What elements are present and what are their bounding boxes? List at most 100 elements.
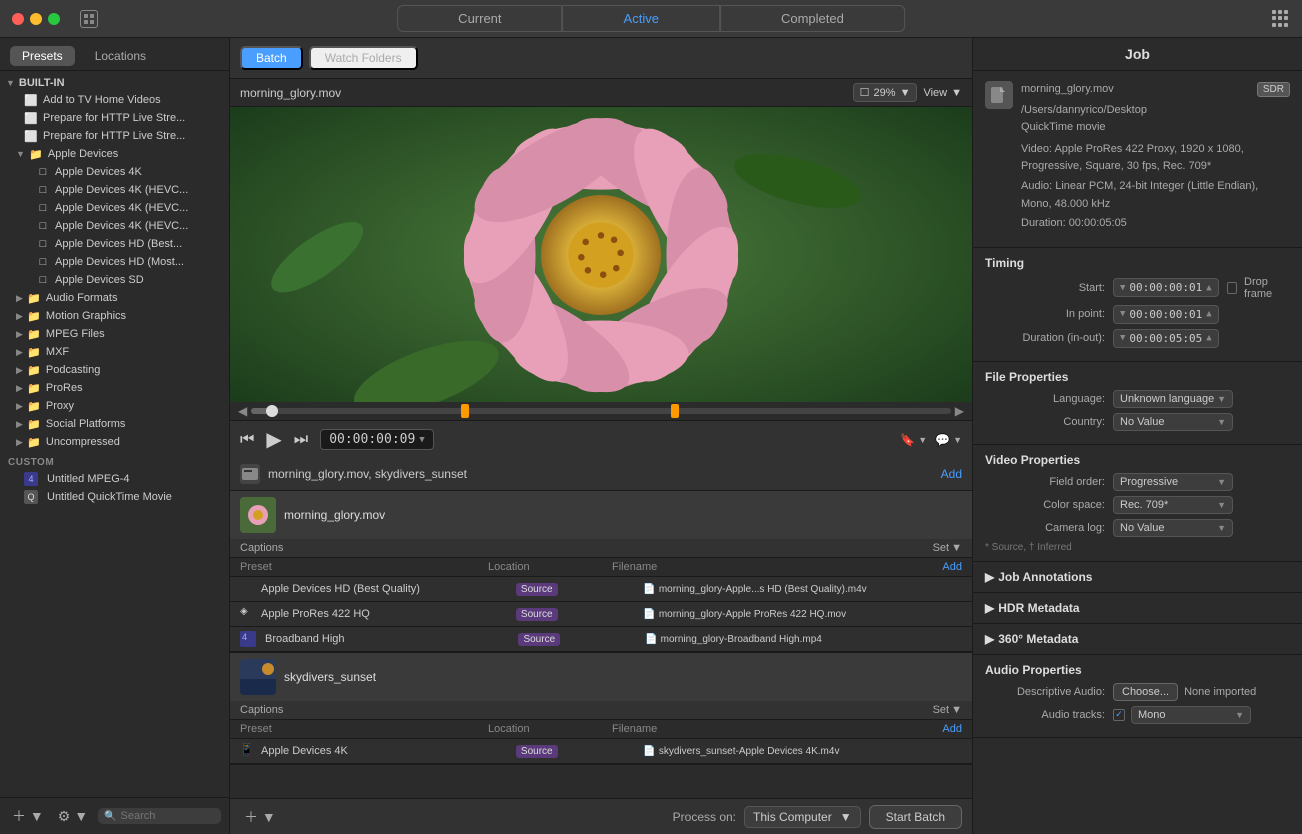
sidebar-item-apple-sd[interactable]: □ Apple Devices SD — [0, 271, 229, 289]
scrubber-thumb[interactable] — [266, 405, 278, 417]
skip-forward-button[interactable]: ⏭ — [294, 431, 308, 449]
country-dropdown[interactable]: No Value ▼ — [1113, 413, 1233, 431]
set-captions-button-2[interactable]: Set ▼ — [933, 704, 962, 716]
close-button[interactable] — [12, 13, 24, 25]
sidebar-item-apple-hevc3[interactable]: □ Apple Devices 4K (HEVC... — [0, 217, 229, 235]
add-batch-item-button[interactable]: ＋ ▼ — [240, 805, 280, 829]
inpoint-up[interactable]: ▲ — [1206, 309, 1211, 319]
sidebar-item-label: Apple Devices SD — [55, 274, 144, 286]
sidebar-item-apple-hd-most[interactable]: □ Apple Devices HD (Most... — [0, 253, 229, 271]
camera-log-dropdown[interactable]: No Value ▼ — [1113, 519, 1233, 537]
job-annotations-toggle[interactable]: ▶ Job Annotations — [985, 570, 1290, 584]
sidebar-item-apple-hevc2[interactable]: □ Apple Devices 4K (HEVC... — [0, 199, 229, 217]
folder-icon: 📁 — [27, 291, 41, 305]
settings-button[interactable]: ⚙ ▼ — [54, 806, 92, 827]
skip-back-button[interactable]: ⏮ — [240, 431, 254, 449]
video-props-title: Video Properties — [985, 453, 1290, 467]
computer-selector[interactable]: This Computer ▼ — [744, 806, 861, 828]
timecode-display[interactable]: 00:00:00:09 ▼ — [320, 429, 434, 450]
audio-tracks-checkbox[interactable]: ✓ — [1113, 709, 1125, 721]
start-time-down[interactable]: ▼ — [1120, 283, 1125, 293]
search-input[interactable] — [121, 810, 216, 822]
duration-value[interactable]: ▼ 00:00:05:05 ▲ — [1113, 329, 1219, 348]
chevron-down-icon: ▼ — [1235, 710, 1244, 720]
view-button[interactable]: View ▼ — [923, 87, 962, 99]
sidebar-tab-locations[interactable]: Locations — [83, 46, 158, 66]
sidebar-item-http2[interactable]: ⬜ Prepare for HTTP Live Stre... — [0, 127, 229, 145]
inpoint-down[interactable]: ▼ — [1120, 309, 1125, 319]
sidebar-item-audio-formats[interactable]: ▶ 📁 Audio Formats — [0, 289, 229, 307]
file-row-skydivers[interactable]: skydivers_sunset — [230, 653, 972, 701]
drop-frame-label: Drop frame — [1244, 276, 1290, 300]
language-dropdown[interactable]: Unknown language ▼ — [1113, 390, 1233, 408]
duration-down[interactable]: ▼ — [1120, 333, 1125, 343]
sidebar-item-label: Apple Devices 4K (HEVC... — [55, 184, 188, 196]
preset-row-1[interactable]: ◈ Apple ProRes 422 HQ Source 📄 morning_g… — [230, 602, 972, 627]
preset-row-skydiver-0[interactable]: 📱 Apple Devices 4K Source 📄 skydivers_su… — [230, 739, 972, 764]
sidebar-item-http1[interactable]: ⬜ Prepare for HTTP Live Stre... — [0, 109, 229, 127]
start-value[interactable]: ▼ 00:00:00:01 ▲ — [1113, 278, 1219, 297]
center-panel: Batch Watch Folders morning_glory.mov ☐ … — [230, 38, 972, 834]
sidebar-item-apple-hevc1[interactable]: □ Apple Devices 4K (HEVC... — [0, 181, 229, 199]
sidebar-item-apple-4k[interactable]: □ Apple Devices 4K — [0, 163, 229, 181]
sidebar-item-mpeg[interactable]: ▶ 📁 MPEG Files — [0, 325, 229, 343]
preset-row-2[interactable]: 4 Broadband High Source 📄 morning_glory-… — [230, 627, 972, 652]
tab-watch-folders[interactable]: Watch Folders — [309, 46, 418, 70]
sidebar-item-label: Proxy — [46, 400, 74, 412]
bookmark-button[interactable]: 🔖 ▼ — [900, 433, 927, 447]
inpoint-value[interactable]: ▼ 00:00:00:01 ▲ — [1113, 305, 1219, 324]
add-preset-button[interactable]: ＋ ▼ — [8, 804, 48, 828]
sidebar-item-apple-hd-best[interactable]: □ Apple Devices HD (Best... — [0, 235, 229, 253]
sidebar-item-label: Apple Devices 4K — [55, 166, 142, 178]
sidebar-item-add-tv[interactable]: ⬜ Add to TV Home Videos — [0, 91, 229, 109]
drop-frame-checkbox[interactable] — [1227, 282, 1237, 294]
sidebar-item-uncompressed[interactable]: ▶ 📁 Uncompressed — [0, 433, 229, 451]
sidebar-tab-presets[interactable]: Presets — [10, 46, 75, 66]
grid-view-icon[interactable] — [1270, 9, 1290, 29]
file-icon: 📄 — [643, 584, 655, 595]
tab-active[interactable]: Active — [563, 5, 720, 32]
caption-button[interactable]: 💬 ▼ — [935, 433, 962, 447]
sidebar-item-untitled-mpeg[interactable]: 4 Untitled MPEG-4 — [0, 470, 229, 488]
job-file-type: QuickTime movie — [1021, 119, 1290, 137]
file-icon: 📄 — [645, 634, 657, 645]
sidebar-item-social[interactable]: ▶ 📁 Social Platforms — [0, 415, 229, 433]
batch-add-button[interactable]: Add — [941, 467, 962, 481]
language-row: Language: Unknown language ▼ — [985, 390, 1290, 408]
start-time-up[interactable]: ▲ — [1206, 283, 1211, 293]
field-order-dropdown[interactable]: Progressive ▼ — [1113, 473, 1233, 491]
set-captions-button-1[interactable]: Set ▼ — [933, 542, 962, 554]
choose-audio-button[interactable]: Choose... — [1113, 683, 1178, 701]
scrubber-bar: ◀ ▶ — [230, 402, 972, 420]
tab-batch[interactable]: Batch — [240, 46, 303, 70]
none-imported-label: None imported — [1184, 686, 1256, 698]
start-batch-button[interactable]: Start Batch — [869, 805, 962, 829]
file-row-morning-glory[interactable]: morning_glory.mov — [230, 491, 972, 539]
built-in-section[interactable]: ▼ BUILT-IN — [0, 75, 229, 91]
sidebar-item-untitled-qt[interactable]: Q Untitled QuickTime Movie — [0, 488, 229, 506]
tab-current[interactable]: Current — [397, 5, 562, 32]
doc-icon: ⬜ — [24, 93, 38, 107]
tab-completed[interactable]: Completed — [720, 5, 905, 32]
chevron-right-icon: ▶ — [16, 401, 23, 412]
minimize-button[interactable] — [30, 13, 42, 25]
duration-up[interactable]: ▲ — [1206, 333, 1211, 343]
file-item-morning-glory: morning_glory.mov Captions Set ▼ Preset … — [230, 491, 972, 653]
sidebar-item-mxf[interactable]: ▶ 📁 MXF — [0, 343, 229, 361]
sidebar-item-motion-graphics[interactable]: ▶ 📁 Motion Graphics — [0, 307, 229, 325]
sidebar-item-podcasting[interactable]: ▶ 📁 Podcasting — [0, 361, 229, 379]
color-space-dropdown[interactable]: Rec. 709* ▼ — [1113, 496, 1233, 514]
mono-dropdown[interactable]: Mono ▼ — [1131, 706, 1251, 724]
play-button[interactable]: ▶ — [266, 427, 281, 452]
scrubber-track[interactable] — [251, 408, 951, 414]
zoom-control[interactable]: ☐ 29% ▼ — [853, 83, 918, 102]
fullscreen-button[interactable] — [48, 13, 60, 25]
preset-row-0[interactable]: Apple Devices HD (Best Quality) Source 📄… — [230, 577, 972, 602]
sidebar-item-apple-devices[interactable]: ▼ 📁 Apple Devices — [0, 145, 229, 163]
sidebar-item-proxy[interactable]: ▶ 📁 Proxy — [0, 397, 229, 415]
360-metadata-toggle[interactable]: ▶ 360° Metadata — [985, 632, 1290, 646]
sidebar-item-prores[interactable]: ▶ 📁 ProRes — [0, 379, 229, 397]
window-tile-icon[interactable] — [80, 10, 98, 28]
hdr-metadata-toggle[interactable]: ▶ HDR Metadata — [985, 601, 1290, 615]
audio-properties-section: Audio Properties Descriptive Audio: Choo… — [973, 655, 1302, 738]
